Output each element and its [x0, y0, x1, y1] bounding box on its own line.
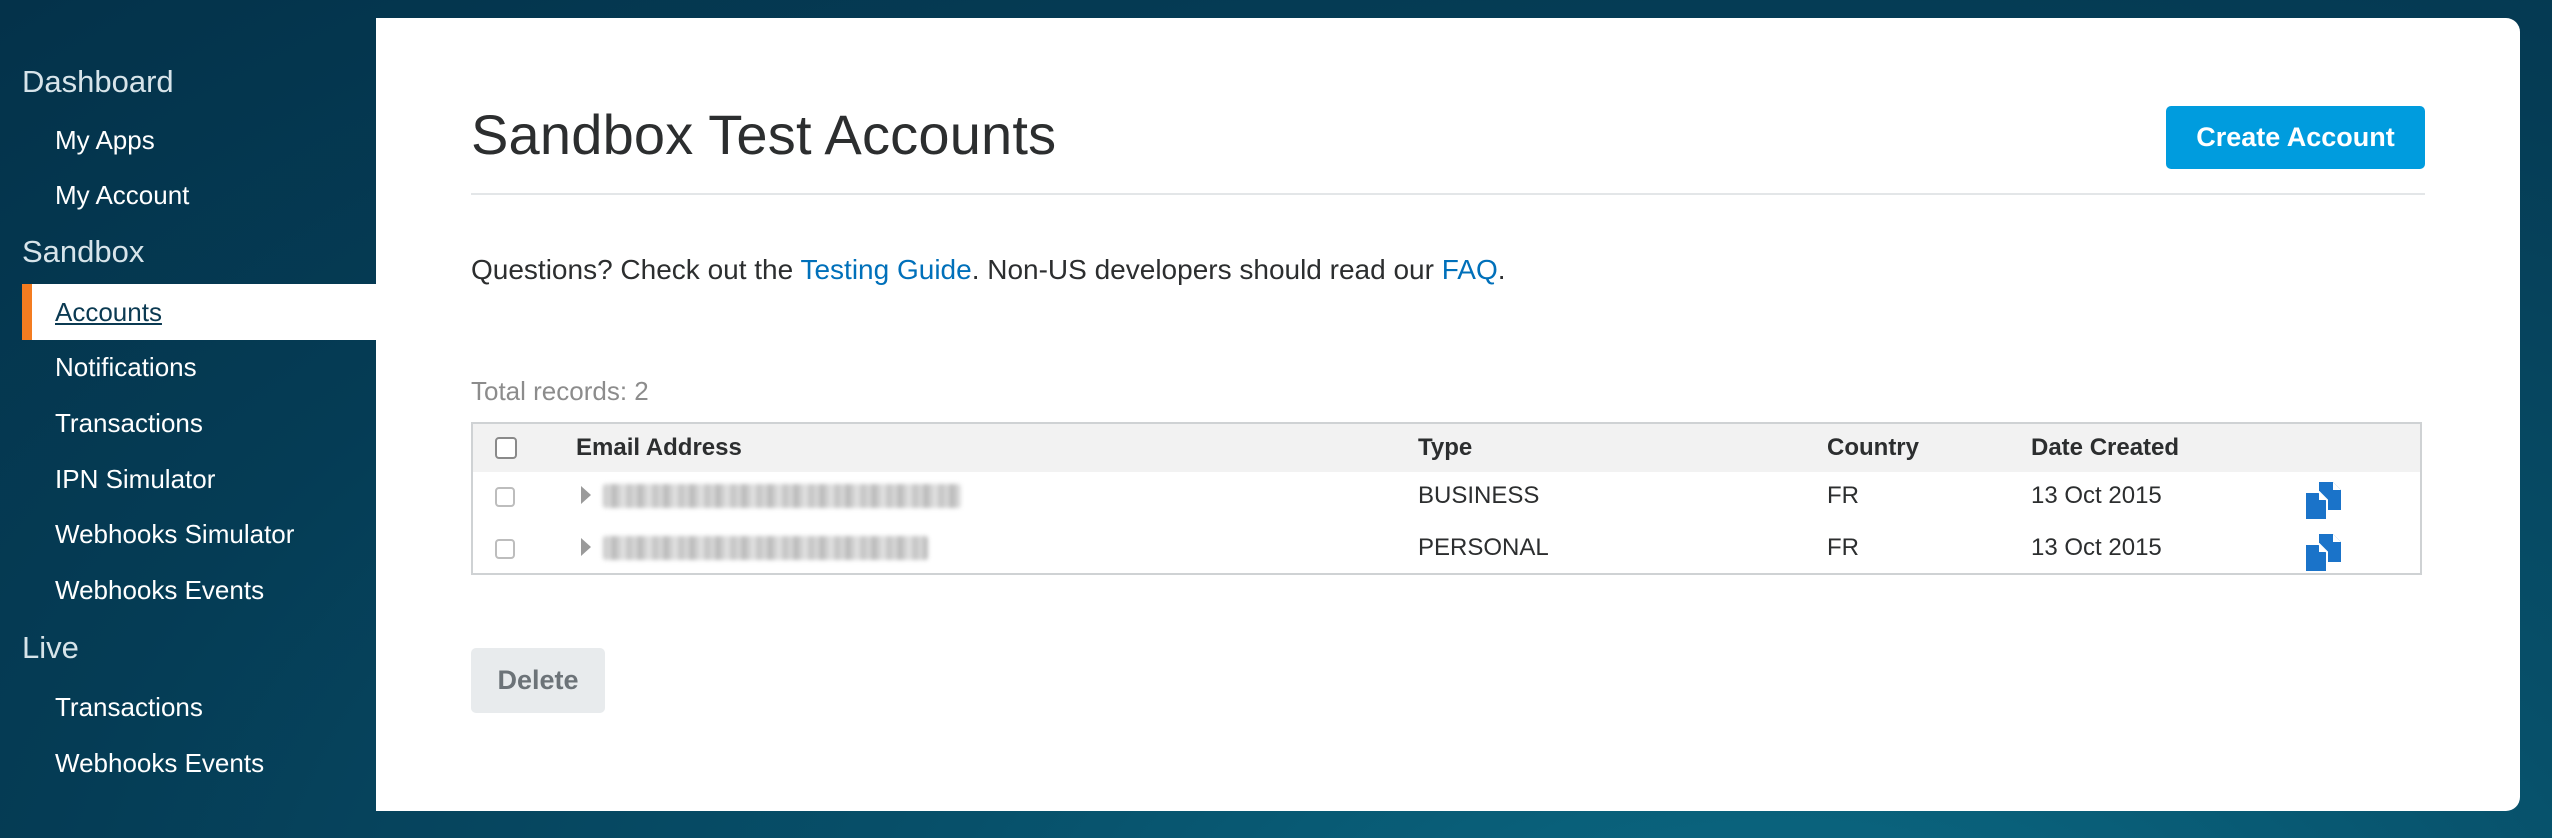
sidebar-item-sandbox-transactions[interactable]: Transactions: [0, 395, 376, 451]
triangle-right-icon[interactable]: [581, 486, 591, 504]
copy-documents-icon[interactable]: [2303, 532, 2345, 574]
column-header-date-created[interactable]: Date Created: [2031, 434, 2179, 462]
nav-section-sandbox: Sandbox: [22, 234, 145, 269]
nav-section-dashboard: Dashboard: [22, 64, 174, 99]
sidebar-item-my-account[interactable]: My Account: [0, 167, 376, 223]
sidebar-nav: Dashboard My Apps My Account Sandbox Acc…: [0, 0, 376, 838]
account-type: PERSONAL: [1418, 534, 1549, 561]
sidebar-item-notifications[interactable]: Notifications: [0, 339, 376, 395]
table-row: BUSINESS FR 13 Oct 2015: [473, 472, 2420, 524]
account-country: FR: [1827, 482, 1859, 509]
table-header: Email Address Type Country Date Created: [473, 424, 2420, 472]
nav-section-live: Live: [22, 630, 79, 665]
account-type: BUSINESS: [1418, 482, 1540, 509]
row-checkbox[interactable]: [495, 487, 515, 507]
sidebar-item-live-webhooks-events[interactable]: Webhooks Events: [0, 735, 376, 791]
date-created: 13 Oct 2015: [2031, 482, 2162, 509]
date-created: 13 Oct 2015: [2031, 534, 2162, 561]
testing-guide-link[interactable]: Testing Guide: [800, 254, 971, 285]
table-row: PERSONAL FR 13 Oct 2015: [473, 524, 2420, 576]
account-country: FR: [1827, 534, 1859, 561]
sidebar-item-ipn-simulator[interactable]: IPN Simulator: [0, 451, 376, 507]
page-title: Sandbox Test Accounts: [471, 103, 1057, 166]
triangle-right-icon[interactable]: [581, 538, 591, 556]
select-all-checkbox[interactable]: [495, 437, 517, 459]
help-text-middle: . Non-US developers should read our: [971, 254, 1442, 285]
delete-button[interactable]: Delete: [471, 648, 605, 713]
column-header-country[interactable]: Country: [1827, 434, 1919, 462]
sidebar-item-webhooks-simulator[interactable]: Webhooks Simulator: [0, 506, 376, 562]
sidebar-item-my-apps[interactable]: My Apps: [0, 112, 376, 168]
sidebar-item-sandbox-webhooks-events[interactable]: Webhooks Events: [0, 562, 376, 618]
sidebar-item-live-transactions[interactable]: Transactions: [0, 679, 376, 735]
total-records: Total records: 2: [471, 376, 649, 406]
sidebar-item-accounts[interactable]: Accounts: [22, 284, 376, 340]
copy-documents-icon[interactable]: [2303, 480, 2345, 522]
help-text-suffix: .: [1497, 254, 1506, 285]
column-header-type[interactable]: Type: [1418, 434, 1472, 462]
create-account-button[interactable]: Create Account: [2166, 106, 2425, 169]
accounts-table: Email Address Type Country Date Created …: [471, 422, 2422, 575]
email-address-redacted: [603, 536, 928, 560]
help-text: Questions? Check out the Testing Guide. …: [471, 254, 1506, 286]
column-header-email[interactable]: Email Address: [576, 434, 742, 462]
email-address-redacted: [603, 484, 961, 508]
help-text-prefix: Questions? Check out the: [471, 254, 801, 285]
main-panel: Sandbox Test Accounts Create Account Que…: [376, 18, 2520, 811]
sidebar-item-accounts-label: Accounts: [55, 297, 162, 327]
faq-link[interactable]: FAQ: [1442, 254, 1498, 285]
row-checkbox[interactable]: [495, 539, 515, 559]
title-divider: [471, 193, 2425, 195]
